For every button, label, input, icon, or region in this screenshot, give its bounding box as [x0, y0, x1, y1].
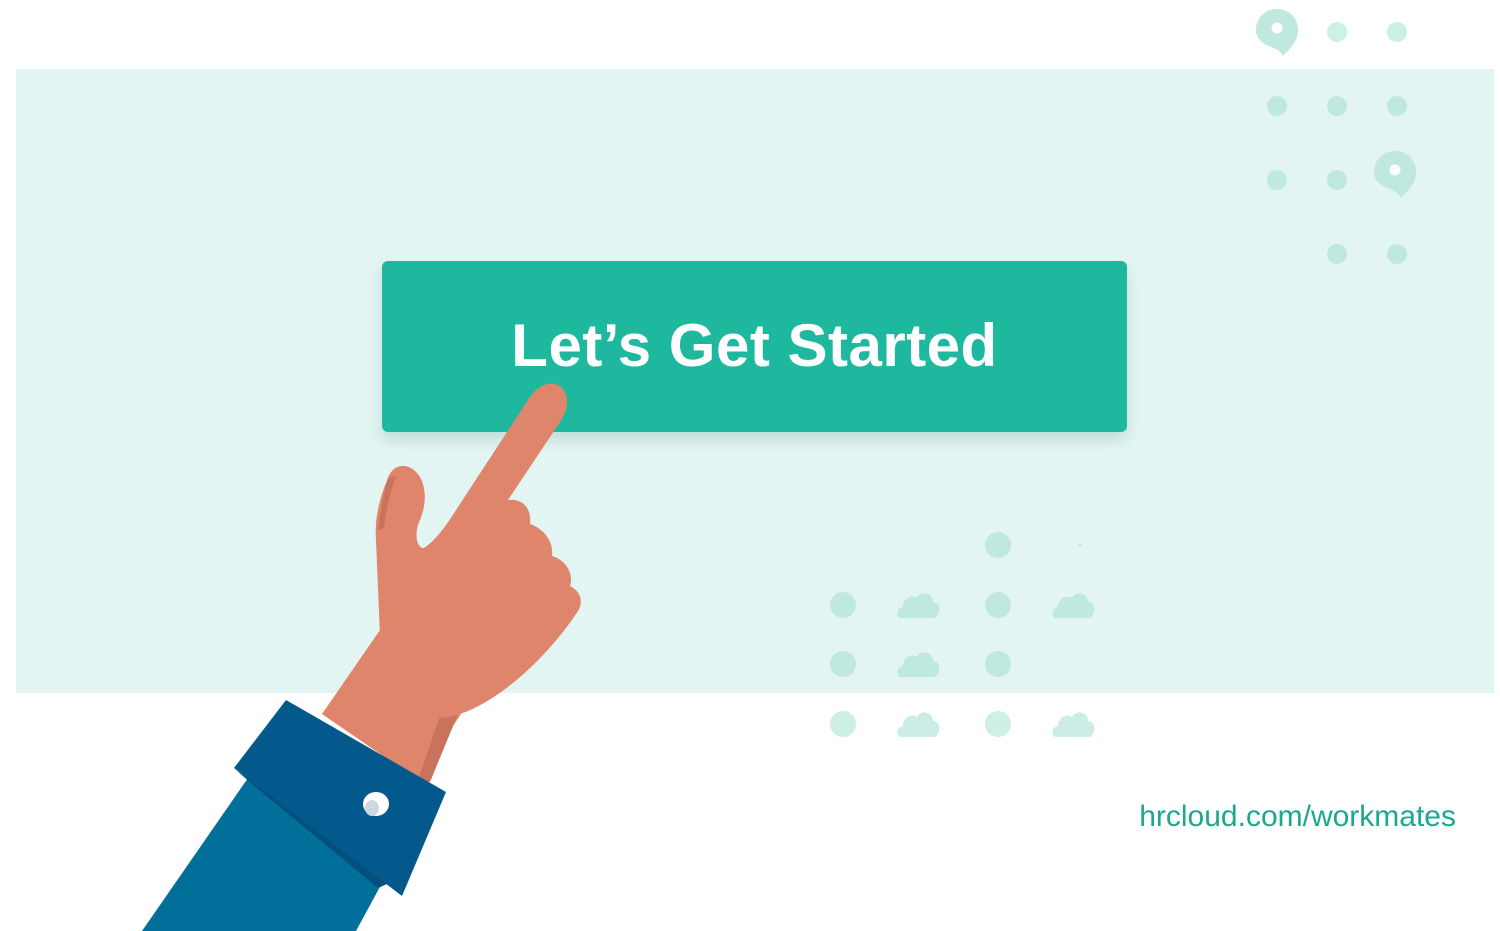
cloud-icon [897, 712, 940, 737]
cufflink-icon [363, 792, 389, 816]
cuff-shadow [236, 770, 396, 888]
dot [985, 711, 1011, 737]
sleeve [142, 778, 388, 931]
map-pin-icon [1256, 9, 1298, 56]
dot [830, 711, 856, 737]
cloud-icon [1052, 712, 1095, 737]
get-started-label: Let’s Get Started [511, 312, 998, 379]
website-link[interactable]: hrcloud.com/workmates [1139, 800, 1456, 834]
get-started-button[interactable]: Let’s Get Started [382, 261, 1127, 432]
dot [1387, 22, 1407, 42]
dot [1327, 22, 1347, 42]
shirt-cuff [234, 700, 446, 896]
